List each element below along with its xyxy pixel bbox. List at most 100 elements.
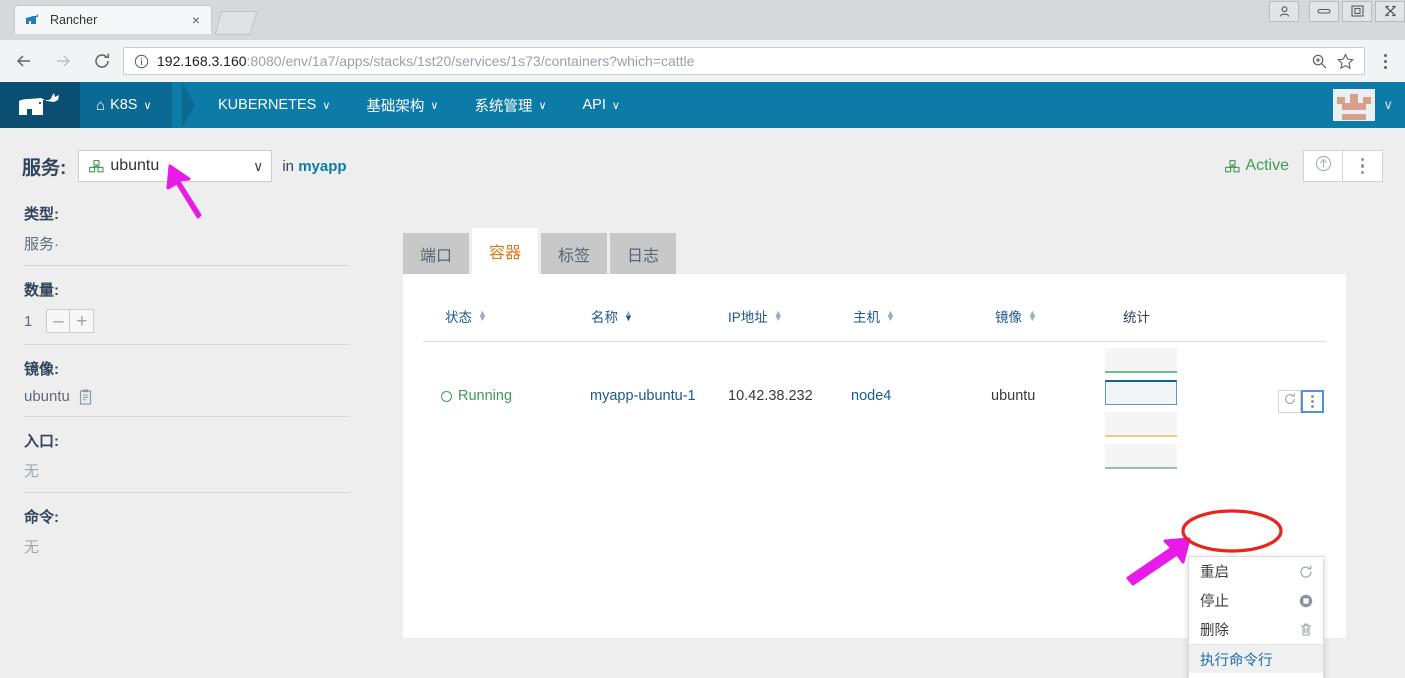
maximize-icon[interactable] xyxy=(1342,1,1372,22)
sort-icon: ▲▼ xyxy=(774,311,783,321)
nav-item-kubernetes[interactable]: KUBERNETES ∨ xyxy=(200,82,348,128)
reload-icon[interactable] xyxy=(87,46,117,76)
nav-item-system-management[interactable]: 系统管理 ∨ xyxy=(456,82,564,128)
sort-icon-active: ▲▼ xyxy=(624,311,633,321)
field-label: 入口: xyxy=(24,430,350,451)
menu-item-execute-shell[interactable]: 执行命令行 xyxy=(1189,644,1323,673)
browser-tab-close-icon[interactable]: × xyxy=(187,11,205,29)
cell-ip: 10.42.38.232 xyxy=(728,386,813,406)
detail-tabs: 端口 容器 标签 日志 xyxy=(403,228,679,274)
user-menu[interactable]: ∨ xyxy=(1333,89,1393,121)
url-host: 192.168.3.160 xyxy=(157,53,247,69)
breadcrumb-k8s[interactable]: ⌂ K8S ∨ xyxy=(80,82,172,128)
image-value: ubuntu xyxy=(24,388,70,405)
menu-item-label: 删除 xyxy=(1200,619,1229,640)
avatar xyxy=(1333,89,1375,121)
url-bar[interactable]: 192.168.3.160:8080/env/1a7/apps/stacks/1… xyxy=(123,47,1365,75)
menu-item-restart[interactable]: 重启 xyxy=(1189,557,1323,586)
field-entrypoint: 入口: 无 xyxy=(24,416,350,492)
column-header-name[interactable]: 名称 ▲▼ xyxy=(591,306,633,326)
cell-name[interactable]: myapp-ubuntu-1 xyxy=(590,386,696,406)
field-image: 镜像: ubuntu xyxy=(24,344,350,416)
upgrade-button[interactable] xyxy=(1303,150,1343,182)
column-header-ip[interactable]: IP地址 ▲▼ xyxy=(728,306,783,326)
table-header: 状态 ▲▼ 名称 ▲▼ IP地址 ▲▼ 主机 ▲▼ 镜像 ▲▼ xyxy=(423,306,1326,342)
cell-host[interactable]: node4 xyxy=(851,386,891,406)
upgrade-arrow-icon xyxy=(1314,154,1333,178)
scale-value: 1 xyxy=(24,313,32,330)
table-row[interactable]: Running myapp-ubuntu-1 10.42.38.232 node… xyxy=(423,342,1326,452)
stat-box-memory[interactable] xyxy=(1105,380,1177,405)
menu-item-stop[interactable]: 停止 xyxy=(1189,586,1323,615)
url-path: :8080/env/1a7/apps/stacks/1st20/services… xyxy=(247,53,695,69)
quantity-stepper: – + xyxy=(46,309,94,333)
column-label: 名称 xyxy=(591,306,618,326)
rancher-favicon-icon xyxy=(25,12,41,28)
tab-containers[interactable]: 容器 xyxy=(472,228,538,274)
column-label: 状态 xyxy=(445,306,472,326)
minimize-icon[interactable] xyxy=(1309,1,1339,22)
close-icon[interactable] xyxy=(1375,1,1405,22)
nav-item-api[interactable]: API ∨ xyxy=(565,82,638,128)
browser-tabstrip: Rancher × xyxy=(0,0,1405,40)
scale-increment-button[interactable]: + xyxy=(70,309,94,333)
row-restart-button[interactable] xyxy=(1278,390,1301,413)
stat-box-network[interactable] xyxy=(1105,412,1177,437)
page-info-icon[interactable] xyxy=(132,52,150,70)
row-more-button[interactable] xyxy=(1301,390,1324,413)
breadcrumb-arrow xyxy=(182,82,195,128)
sort-icon: ▲▼ xyxy=(886,311,895,321)
chevron-down-icon: ∨ xyxy=(253,158,263,175)
window-controls xyxy=(1266,0,1405,22)
scale-decrement-button[interactable]: – xyxy=(46,309,70,333)
tab-labels[interactable]: 标签 xyxy=(541,233,607,274)
menu-item-view-logs[interactable]: 查看日志 xyxy=(1189,673,1323,678)
cell-status: Running xyxy=(441,386,512,406)
service-more-button[interactable] xyxy=(1343,150,1383,182)
stat-box-cpu[interactable] xyxy=(1105,348,1177,373)
field-value-row: ubuntu xyxy=(24,388,350,405)
app-root: Rancher × xyxy=(0,0,1405,678)
field-scale: 数量: 1 – + xyxy=(24,265,350,344)
page-body: 服务: ubuntu ∨ in myapp Active xyxy=(0,128,1405,678)
star-icon[interactable] xyxy=(1334,50,1356,72)
kebab-menu-icon[interactable] xyxy=(1373,47,1397,75)
back-arrow-icon[interactable] xyxy=(9,46,39,76)
zoom-in-icon[interactable] xyxy=(1308,50,1330,72)
stack-name-link[interactable]: myapp xyxy=(298,158,346,175)
nav-item-label: 系统管理 xyxy=(474,95,532,116)
kebab-dot xyxy=(1361,171,1365,175)
new-tab-button[interactable] xyxy=(215,11,258,35)
field-label: 镜像: xyxy=(24,358,350,379)
browser-toolbar: 192.168.3.160:8080/env/1a7/apps/stacks/1… xyxy=(0,40,1405,82)
column-header-image[interactable]: 镜像 ▲▼ xyxy=(995,306,1037,326)
running-circle-icon xyxy=(441,391,452,402)
status-text: Running xyxy=(458,388,512,404)
column-label: IP地址 xyxy=(728,306,768,326)
stat-box-storage[interactable] xyxy=(1105,444,1177,469)
chevron-down-icon: ∨ xyxy=(322,99,330,112)
stack-context: in myapp xyxy=(282,158,346,175)
menu-item-label: 执行命令行 xyxy=(1200,649,1273,670)
tab-logs[interactable]: 日志 xyxy=(610,233,676,274)
menu-item-delete[interactable]: 删除 xyxy=(1189,615,1323,644)
column-label: 镜像 xyxy=(995,306,1022,326)
field-type: 类型: 服务· xyxy=(24,203,350,265)
nav-item-label: API xyxy=(583,97,606,113)
sort-icon: ▲▼ xyxy=(478,311,487,321)
trash-icon xyxy=(1298,622,1314,638)
column-header-status[interactable]: 状态 ▲▼ xyxy=(445,306,487,326)
rancher-cow-logo[interactable] xyxy=(0,82,80,128)
service-cubes-icon xyxy=(89,160,104,173)
copy-to-clipboard-icon[interactable] xyxy=(78,389,93,405)
browser-tab[interactable]: Rancher × xyxy=(14,5,212,34)
tab-ports[interactable]: 端口 xyxy=(403,233,469,274)
service-select[interactable]: ubuntu ∨ xyxy=(78,150,272,182)
chevron-down-icon: ∨ xyxy=(538,99,546,112)
profile-icon[interactable] xyxy=(1269,1,1299,22)
service-select-value: ubuntu xyxy=(110,157,253,175)
forward-arrow-icon[interactable] xyxy=(48,46,78,76)
nav-item-infrastructure[interactable]: 基础架构 ∨ xyxy=(348,82,456,128)
column-header-host[interactable]: 主机 ▲▼ xyxy=(853,306,895,326)
rancher-navbar: ⌂ K8S ∨ KUBERNETES ∨ 基础架构 ∨ 系统管理 ∨ API ∨ xyxy=(0,82,1405,128)
